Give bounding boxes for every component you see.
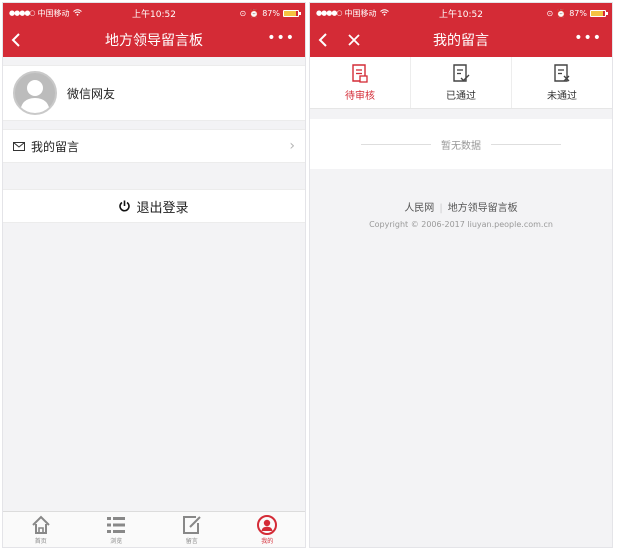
battery-percent: 87% [262, 8, 280, 18]
logout-button[interactable]: 退出登录 [3, 189, 305, 223]
default-avatar-icon [20, 80, 50, 113]
status-segments: 待审核 已通过 未通过 [310, 57, 612, 109]
logout-label: 退出登录 [136, 200, 189, 216]
battery-icon [283, 9, 301, 17]
my-messages-row[interactable]: 我的留言 › [3, 129, 305, 163]
power-icon [119, 200, 131, 212]
battery-icon [590, 9, 608, 17]
tab-home[interactable]: 首页 [3, 512, 79, 547]
divider [491, 143, 561, 145]
chevron-right-icon: › [289, 138, 295, 154]
footer-separator: | [439, 203, 443, 214]
page-title: 地方领导留言板 [105, 33, 203, 49]
alarm-icon: ⏰ [249, 8, 260, 18]
alarm-icon: ⏰ [556, 8, 567, 18]
tab-label: 留言 [185, 538, 198, 545]
list-icon [107, 517, 126, 533]
tab-label: 首页 [34, 538, 47, 545]
tab-browse[interactable]: 浏览 [79, 512, 155, 547]
empty-text: 暂无数据 [441, 140, 481, 152]
footer-link-board[interactable]: 地方领导留言板 [448, 203, 518, 214]
footer: 人民网 | 地方领导留言板 Copyright © 2006-2017 liuyan… [310, 199, 612, 229]
battery-percent: 87% [569, 8, 587, 18]
approved-doc-icon [453, 63, 470, 82]
more-button[interactable]: ••• [267, 30, 295, 46]
status-right: ⊙ ⏰ 87% [546, 8, 608, 18]
pending-doc-icon [352, 63, 368, 83]
back-button[interactable] [318, 23, 334, 57]
tab-mine[interactable]: 我的 [230, 512, 306, 547]
footer-links: 人民网 | 地方领导留言板 [310, 199, 612, 214]
close-icon [348, 34, 360, 46]
segment-label: 未通过 [547, 90, 577, 102]
rotation-lock-icon: ⊙ [546, 8, 554, 18]
segment-label: 待审核 [345, 90, 375, 102]
close-button[interactable] [348, 23, 364, 57]
empty-state: 暂无数据 [310, 119, 612, 169]
back-button[interactable] [11, 23, 27, 57]
tab-bar: 首页 浏览 留言 我的 [3, 511, 305, 547]
rejected-doc-icon [554, 63, 570, 82]
rotation-lock-icon: ⊙ [239, 8, 247, 18]
my-messages-label: 我的留言 [31, 139, 80, 154]
profile-card[interactable]: 微信网友 [3, 65, 305, 121]
profile-name: 微信网友 [67, 86, 116, 101]
phone-left: ●●●●○ 中国移动 上午10:52 ⊙ ⏰ 87% 地方领导留言板 ••• 微… [2, 2, 306, 548]
home-icon [32, 515, 50, 534]
stage: ●●●●○ 中国移动 上午10:52 ⊙ ⏰ 87% 地方领导留言板 ••• 微… [0, 0, 621, 558]
navbar: 地方领导留言板 ••• [3, 23, 305, 57]
segment-approved[interactable]: 已通过 [411, 57, 512, 108]
navbar: 我的留言 ••• [310, 23, 612, 57]
edit-icon [182, 516, 201, 534]
segment-pending[interactable]: 待审核 [310, 57, 411, 108]
chevron-left-icon [11, 33, 20, 47]
tab-label: 我的 [261, 538, 274, 545]
more-button[interactable]: ••• [574, 30, 602, 46]
phone-right: ●●●●○ 中国移动 上午10:52 ⊙ ⏰ 87% 我的留言 ••• 待审核 … [309, 2, 613, 548]
avatar [13, 71, 57, 115]
segment-label: 已通过 [446, 90, 476, 102]
user-icon [257, 515, 278, 535]
status-right: ⊙ ⏰ 87% [239, 8, 301, 18]
divider [361, 143, 431, 145]
status-bar: ●●●●○ 中国移动 上午10:52 ⊙ ⏰ 87% [3, 3, 305, 23]
status-bar: ●●●●○ 中国移动 上午10:52 ⊙ ⏰ 87% [310, 3, 612, 23]
mail-icon [13, 141, 25, 151]
chevron-left-icon [318, 33, 327, 47]
footer-link-people[interactable]: 人民网 [404, 203, 434, 214]
copyright: Copyright © 2006-2017 liuyan.people.com.… [369, 220, 553, 229]
tab-post[interactable]: 留言 [154, 512, 230, 547]
tab-label: 浏览 [110, 538, 123, 545]
segment-rejected[interactable]: 未通过 [512, 57, 612, 108]
